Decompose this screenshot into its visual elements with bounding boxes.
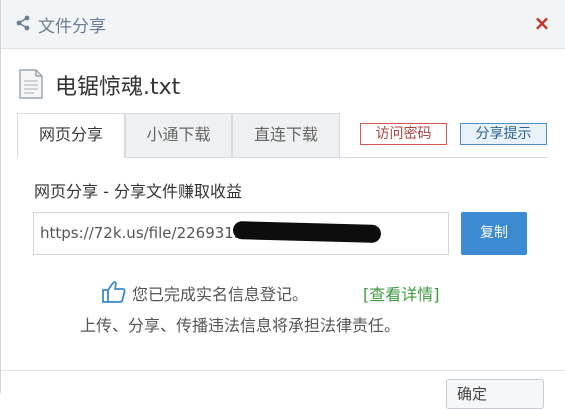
- legal-warning: 上传、分享、传播违法信息将承担法律责任。: [80, 316, 401, 335]
- access-password-button[interactable]: 访问密码: [360, 123, 447, 145]
- tab-xiaotong-download[interactable]: 小通下载: [125, 113, 232, 157]
- ok-button[interactable]: 确定: [446, 379, 544, 409]
- copy-button[interactable]: 复制: [461, 212, 527, 255]
- share-tabs: 网页分享 小通下载 直连下载 访问密码 分享提示: [17, 113, 548, 158]
- dialog-title: 文件分享: [38, 17, 106, 37]
- share-icon: [16, 15, 30, 31]
- share-dialog: 文件分享 × 电锯惊魂.txt 网页分享 小通下载 直连下载 访问密码 分享提示…: [0, 0, 565, 409]
- redaction-mark: [232, 221, 382, 243]
- section-title: 网页分享 - 分享文件赚取收益: [34, 182, 242, 201]
- tab-web-share[interactable]: 网页分享: [17, 113, 125, 158]
- dialog-titlebar: 文件分享 ×: [1, 0, 565, 49]
- verified-text: 您已完成实名信息登记。: [132, 285, 309, 304]
- file-name: 电锯惊魂.txt: [55, 75, 181, 100]
- close-icon[interactable]: ×: [532, 11, 552, 35]
- thumbs-up-icon: [102, 281, 126, 303]
- share-tip-button[interactable]: 分享提示: [460, 123, 547, 145]
- view-details-link[interactable]: [查看详情]: [363, 281, 440, 305]
- document-icon: [19, 69, 43, 99]
- tab-direct-download[interactable]: 直连下载: [232, 113, 340, 157]
